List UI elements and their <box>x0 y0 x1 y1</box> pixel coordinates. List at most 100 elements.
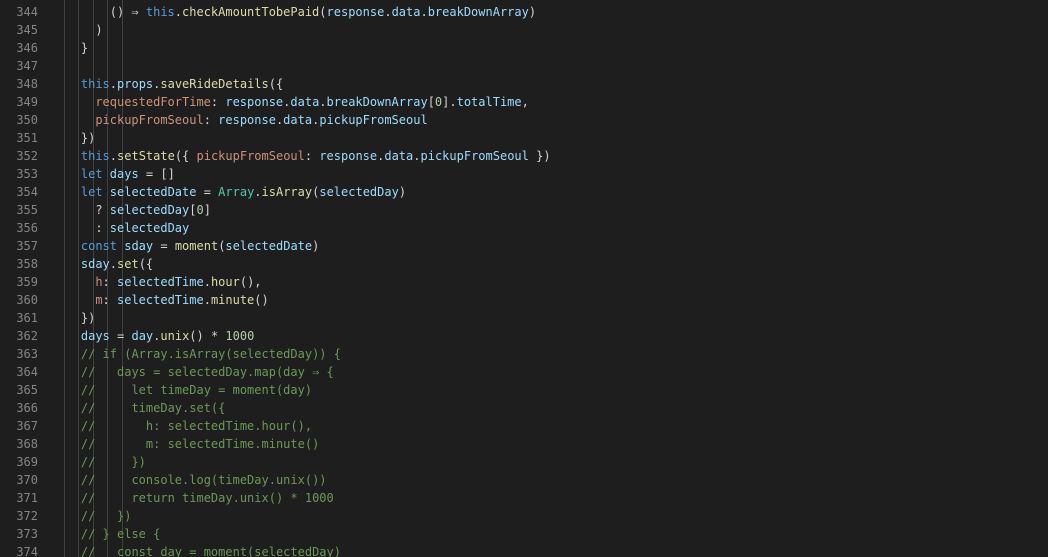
code-line[interactable]: 367 // h: selectedTime.hour(), <box>0 417 1048 435</box>
code-line[interactable]: 368 // m: selectedTime.minute() <box>0 435 1048 453</box>
code-line[interactable]: 362 days = day.unix() * 1000 <box>0 327 1048 345</box>
line-number: 371 <box>16 491 38 505</box>
code-line[interactable]: 360 m: selectedTime.minute() <box>0 291 1048 309</box>
code-token: . <box>420 5 428 19</box>
code-text: const sday = moment(selectedDate) <box>81 237 319 255</box>
code-text: // } else { <box>81 525 160 543</box>
code-text: () ⇒ this.checkAmountTobePaid(response.d… <box>110 3 536 21</box>
line-number: 364 <box>16 365 38 379</box>
line-number: 368 <box>16 437 38 451</box>
code-line[interactable]: 352 this.setState({ pickupFromSeoul: resp… <box>0 147 1048 165</box>
code-token: // m: selectedTime.minute() <box>80 437 320 451</box>
code-editor[interactable]: 344() ⇒ this.checkAmountTobePaid(respons… <box>0 0 1048 557</box>
code-line[interactable]: 374 // const day = moment(selectedDay) <box>0 543 1048 557</box>
code-text: // return timeDay.unix() * 1000 <box>81 489 334 507</box>
code-token: let <box>80 185 110 199</box>
line-number: 354 <box>16 185 38 199</box>
code-token: . <box>109 149 118 163</box>
code-token: ] <box>203 203 211 217</box>
code-token: ) <box>398 185 407 199</box>
code-line[interactable]: 366 // timeDay.set({ <box>0 399 1048 417</box>
code-token: = <box>153 239 175 253</box>
code-token: isArray <box>261 185 313 199</box>
code-token: let <box>80 167 110 181</box>
code-token: selectedDate <box>225 239 313 253</box>
code-token: [ <box>427 95 435 109</box>
code-line[interactable]: 357 const sday = moment(selectedDate) <box>0 237 1048 255</box>
code-token: requestedForTime <box>95 95 211 109</box>
code-token: selectedTime <box>117 275 204 289</box>
code-line[interactable]: 364 // days = selectedDay.map(day ⇒ { <box>0 363 1048 381</box>
code-token: set <box>117 257 139 271</box>
code-token: setState <box>117 149 175 163</box>
code-line[interactable]: 371 // return timeDay.unix() * 1000 <box>0 489 1048 507</box>
code-token: } <box>80 41 89 55</box>
code-text: : selectedDay <box>95 219 189 237</box>
code-token: () * <box>189 329 226 343</box>
code-token: }) <box>80 131 96 145</box>
code-token: // let timeDay = moment(day) <box>80 383 313 397</box>
code-line[interactable]: 345) <box>0 21 1048 39</box>
code-token: m <box>95 293 103 307</box>
code-token: : <box>304 149 320 163</box>
code-token: // } else { <box>80 527 161 541</box>
code-token: }) <box>80 311 96 325</box>
code-line[interactable]: 359 h: selectedTime.hour(), <box>0 273 1048 291</box>
code-line[interactable]: 351}) <box>0 129 1048 147</box>
code-line[interactable]: 358 sday.set({ <box>0 255 1048 273</box>
code-text: requestedForTime: response.data.breakDow… <box>95 93 529 111</box>
code-line[interactable]: 355 ? selectedDay[0] <box>0 201 1048 219</box>
code-line[interactable]: 372 // }) <box>0 507 1048 525</box>
code-token: 0 <box>196 203 204 217</box>
code-token: ({ <box>268 77 284 91</box>
code-line[interactable]: 348 this.props.saveRideDetails({ <box>0 75 1048 93</box>
code-token: selectedDay <box>319 185 399 199</box>
code-token: . <box>254 185 262 199</box>
code-line[interactable]: 353 let days = [] <box>0 165 1048 183</box>
code-token: response <box>225 95 284 109</box>
code-text: // const day = moment(selectedDay) <box>81 543 341 557</box>
code-line[interactable]: 344() ⇒ this.checkAmountTobePaid(respons… <box>0 3 1048 21</box>
code-text: // let timeDay = moment(day) <box>81 381 312 399</box>
code-token: selectedTime <box>117 293 204 307</box>
code-token: data <box>384 149 414 163</box>
code-token: days <box>109 167 139 181</box>
code-token: // h: selectedTime.hour(), <box>80 419 313 433</box>
code-text: sday.set({ <box>81 255 153 273</box>
code-line[interactable]: 347 <box>0 57 1048 75</box>
code-line[interactable]: 350 pickupFromSeoul: response.data.pickup… <box>0 111 1048 129</box>
code-token: ) <box>312 239 320 253</box>
code-token: . <box>109 257 118 271</box>
code-token: : <box>102 275 117 289</box>
code-line[interactable]: 354 let selectedDate = Array.isArray(sele… <box>0 183 1048 201</box>
code-token: // const day = moment(selectedDay) <box>80 545 341 557</box>
code-line[interactable]: 361}) <box>0 309 1048 327</box>
code-line[interactable]: 369 // }) <box>0 453 1048 471</box>
code-text: let days = [] <box>81 165 175 183</box>
code-text: this.setState({ pickupFromSeoul: respons… <box>81 147 551 165</box>
code-token: }) <box>528 149 551 163</box>
code-token: // days = selectedDay.map(day ⇒ { <box>80 365 334 379</box>
code-line[interactable]: 370 // console.log(timeDay.unix()) <box>0 471 1048 489</box>
code-token: = [] <box>138 167 175 181</box>
code-token: ( <box>319 5 327 19</box>
code-line[interactable]: 346} <box>0 39 1048 57</box>
code-line[interactable]: 363 // if (Array.isArray(selectedDay)) { <box>0 345 1048 363</box>
code-line[interactable]: 373 // } else { <box>0 525 1048 543</box>
code-token: selectedDay <box>109 221 190 235</box>
code-line[interactable]: 349 requestedForTime: response.data.break… <box>0 93 1048 111</box>
code-token: this <box>80 77 110 91</box>
code-token: breakDownArray <box>427 5 529 19</box>
code-text: // }) <box>81 507 132 525</box>
code-line[interactable]: 365 // let timeDay = moment(day) <box>0 381 1048 399</box>
code-text: h: selectedTime.hour(), <box>95 273 261 291</box>
code-token: const <box>80 239 125 253</box>
code-token: props <box>117 77 154 91</box>
code-line[interactable]: 356: selectedDay <box>0 219 1048 237</box>
code-token: response <box>218 113 276 127</box>
code-text: // if (Array.isArray(selectedDay)) { <box>81 345 341 363</box>
code-text: // console.log(timeDay.unix()) <box>81 471 327 489</box>
line-number: 362 <box>16 329 38 343</box>
line-number: 374 <box>16 545 38 557</box>
code-token: days <box>80 329 110 343</box>
